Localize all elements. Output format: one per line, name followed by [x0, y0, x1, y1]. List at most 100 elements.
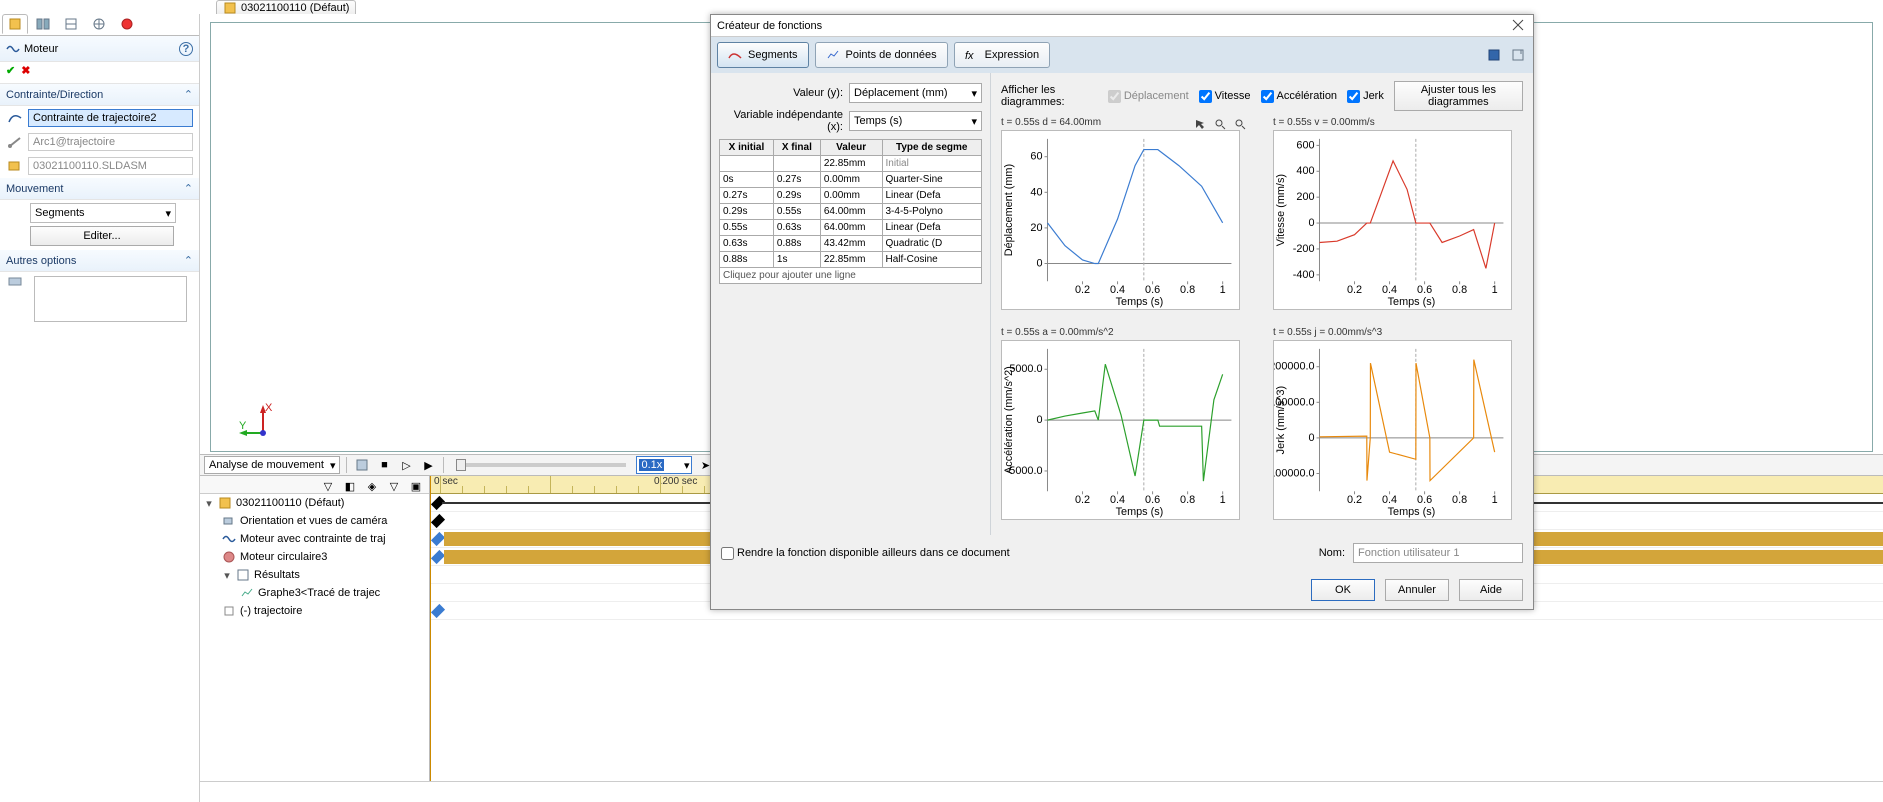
svg-text:1: 1 — [1492, 284, 1498, 296]
svg-text:0.4: 0.4 — [1382, 494, 1397, 506]
tree-orient[interactable]: Orientation et vues de caméra — [240, 515, 387, 527]
tool-icon[interactable]: ▣ — [407, 477, 425, 495]
save-graph-button[interactable] — [1485, 46, 1503, 64]
jerk-readout: t = 0.55s j = 0.00mm/s^3 — [1273, 327, 1523, 338]
svg-text:X: X — [265, 403, 273, 414]
section-other-label: Autres options — [6, 255, 76, 267]
expand-toggle[interactable]: ▾ — [204, 497, 214, 510]
study-type-select[interactable]: Analyse de mouvement▾ — [204, 456, 340, 474]
jerk-chart[interactable]: t = 0.55s j = 0.00mm/s^3 -100000.0010000… — [1273, 327, 1523, 527]
playhead[interactable] — [430, 476, 431, 781]
svg-text:Y: Y — [239, 420, 247, 432]
svg-text:Temps (s): Temps (s) — [1116, 296, 1164, 308]
velocity-chart[interactable]: t = 0.55s v = 0.00mm/s -400-200020040060… — [1273, 117, 1523, 317]
trajectory-constraint-input[interactable] — [28, 109, 193, 127]
tab-segments[interactable]: Segments — [717, 42, 809, 68]
cb-jerk[interactable]: Jerk — [1347, 90, 1384, 103]
value-y-label: Valeur (y): — [719, 87, 843, 99]
cursor-tool-icon[interactable] — [1191, 115, 1209, 133]
add-row-hint[interactable]: Cliquez pour ajouter une ligne — [720, 268, 982, 284]
filter-icon[interactable]: ▽ — [319, 477, 337, 495]
cancel-button[interactable]: Annuler — [1385, 579, 1449, 601]
path-constraint-icon — [6, 109, 24, 127]
appearance-tab[interactable] — [114, 14, 140, 34]
fit-diagrams-button[interactable]: Ajuster tous les diagrammes — [1394, 81, 1523, 111]
arc-ref-icon — [6, 133, 24, 151]
table-row: 0.55s0.63s64.00mmLinear (Defa — [720, 220, 982, 236]
displacement-chart[interactable]: t = 0.55s d = 64.00mm 02040600.20.40.60.… — [1001, 117, 1251, 317]
svg-text:200: 200 — [1296, 191, 1314, 203]
svg-text:0.4: 0.4 — [1382, 284, 1397, 296]
svg-text:0.6: 0.6 — [1417, 494, 1432, 506]
accept-icon[interactable]: ✔ — [6, 64, 15, 81]
document-tab[interactable]: 03021100110 (Défaut) — [216, 0, 356, 14]
collapse-icon[interactable]: ⌃ — [184, 254, 193, 267]
zoom-icon[interactable] — [1211, 115, 1229, 133]
edit-function-button[interactable]: Editer... — [30, 226, 174, 246]
stop-button[interactable]: ■ — [375, 456, 393, 474]
close-icon[interactable] — [1511, 18, 1527, 34]
segments-table[interactable]: X initialX finalValeurType de segme 22.8… — [719, 139, 982, 284]
other-options-box[interactable] — [34, 276, 187, 322]
arc-ref-display: Arc1@trajectoire — [28, 133, 193, 151]
playback-button[interactable]: ▷ — [397, 456, 415, 474]
svg-text:0.4: 0.4 — [1110, 494, 1125, 506]
acceleration-chart[interactable]: t = 0.55s a = 0.00mm/s^2 -5000.005000.00… — [1001, 327, 1251, 527]
time-slider[interactable] — [456, 463, 626, 467]
tree-root[interactable]: 03021100110 (Défaut) — [236, 497, 344, 509]
feature-tree-tab[interactable] — [2, 14, 28, 34]
tool-icon[interactable]: ◈ — [363, 477, 381, 495]
table-row: 0.88s1s22.85mmHalf-Cosine — [720, 252, 982, 268]
show-diagrams-label: Afficher les diagrammes: — [1001, 84, 1098, 108]
tree-motor-circ[interactable]: Moteur circulaire3 — [240, 551, 327, 563]
help-icon[interactable]: ? — [179, 42, 193, 56]
sketch-icon — [222, 604, 236, 618]
chevron-down-icon: ▾ — [971, 87, 977, 100]
calculate-button[interactable] — [353, 456, 371, 474]
playback-rate-input[interactable]: 0.1x▾ — [636, 456, 692, 474]
svg-text:200000.0: 200000.0 — [1273, 361, 1315, 373]
export-graph-button[interactable] — [1509, 46, 1527, 64]
zoom-icon[interactable] — [1231, 115, 1249, 133]
section-movement-label: Mouvement — [6, 183, 63, 195]
config-tab[interactable] — [58, 14, 84, 34]
svg-text:0.6: 0.6 — [1145, 494, 1160, 506]
ok-button[interactable]: OK — [1311, 579, 1375, 601]
load-ref-icon — [6, 272, 24, 290]
reject-icon[interactable]: ✖ — [21, 64, 30, 81]
play-button[interactable]: ▶ — [419, 456, 437, 474]
help-button[interactable]: Aide — [1459, 579, 1523, 601]
tree-graph[interactable]: Graphe3<Tracé de trajec — [258, 587, 380, 599]
table-row: 0s0.27s0.00mmQuarter-Sine — [720, 172, 982, 188]
cb-acceleration[interactable]: Accélération — [1261, 90, 1338, 103]
svg-text:Vitesse (mm/s): Vitesse (mm/s) — [1275, 174, 1287, 246]
tree-motor-traj[interactable]: Moteur avec contrainte de traj — [240, 533, 386, 545]
section-constraint-label: Contrainte/Direction — [6, 89, 103, 101]
table-row: 22.85mmInitial — [720, 156, 982, 172]
collapse-icon[interactable]: ⌃ — [184, 182, 193, 195]
segments-icon — [728, 48, 742, 62]
svg-text:Temps (s): Temps (s) — [1388, 296, 1436, 308]
value-y-select[interactable]: Déplacement (mm)▾ — [849, 83, 982, 103]
svg-text:fx: fx — [965, 50, 974, 62]
function-name-input[interactable] — [1353, 543, 1523, 563]
tree-results[interactable]: Résultats — [254, 569, 300, 581]
property-tab[interactable] — [30, 14, 56, 34]
tab-data-points[interactable]: Points de données — [815, 42, 948, 68]
expand-toggle[interactable]: ▾ — [222, 569, 232, 582]
movement-type-select[interactable]: Segments▾ — [30, 203, 176, 223]
svg-text:1: 1 — [1220, 284, 1226, 296]
collapse-icon[interactable]: ⌃ — [184, 88, 193, 101]
indep-x-select[interactable]: Temps (s)▾ — [849, 111, 982, 131]
svg-text:0.8: 0.8 — [1180, 494, 1195, 506]
chevron-down-icon: ▾ — [684, 459, 690, 472]
cb-make-available[interactable]: Rendre la fonction disponible ailleurs d… — [721, 547, 1010, 560]
cb-velocity[interactable]: Vitesse — [1199, 90, 1251, 103]
tab-expression[interactable]: fxExpression — [954, 42, 1050, 68]
tool-icon[interactable]: ▽ — [385, 477, 403, 495]
cb-displacement[interactable]: Déplacement — [1108, 90, 1189, 103]
svg-text:1: 1 — [1492, 494, 1498, 506]
dim-tab[interactable] — [86, 14, 112, 34]
tool-icon[interactable]: ◧ — [341, 477, 359, 495]
tree-traj[interactable]: (-) trajectoire — [240, 605, 302, 617]
